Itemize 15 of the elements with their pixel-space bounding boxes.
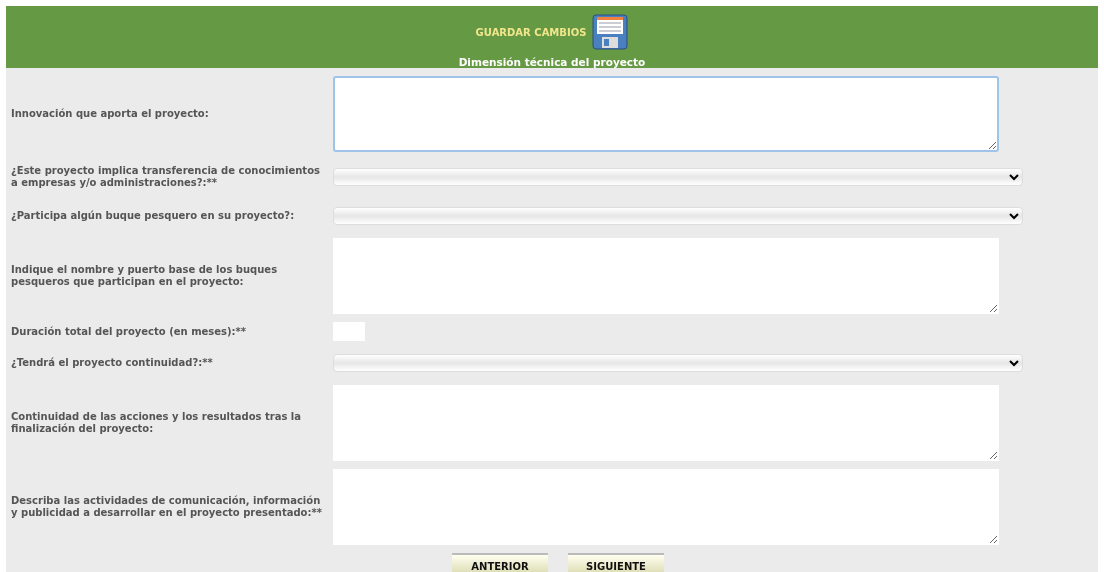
section-title: Dimensión técnica del proyecto xyxy=(458,56,646,68)
field-label: ¿Participa algún buque pesquero en su proyecto?: xyxy=(10,210,296,222)
field-label: ¿Este proyecto implica transferencia de conocimientos a empresas y/o administraciones?:** xyxy=(10,165,321,189)
field-label: Indique el nombre y puerto base de los buques pesqueros que participan en el proyecto: xyxy=(10,264,279,288)
field-label: Continuidad de las acciones y los resultados tras la finalización del proyecto: xyxy=(10,411,303,435)
dropdown[interactable] xyxy=(333,207,1023,225)
field-label: Innovación que aporta el proyecto: xyxy=(10,108,210,120)
dropdown[interactable] xyxy=(333,168,1023,186)
field-label: Describa las actividades de comunicación, información y publicidad a desarrollar en el proyecto presentado:** xyxy=(10,495,323,519)
text-area[interactable] xyxy=(333,76,999,152)
nav-button[interactable]: SIGUIENTE xyxy=(568,553,664,572)
field-label: ¿Tendrá el proyecto continuidad?:** xyxy=(10,357,214,369)
nav-button[interactable]: ANTERIOR xyxy=(452,553,548,572)
dropdown[interactable] xyxy=(333,354,1023,372)
field-label: Duración total del proyecto (en meses):** xyxy=(10,325,248,338)
